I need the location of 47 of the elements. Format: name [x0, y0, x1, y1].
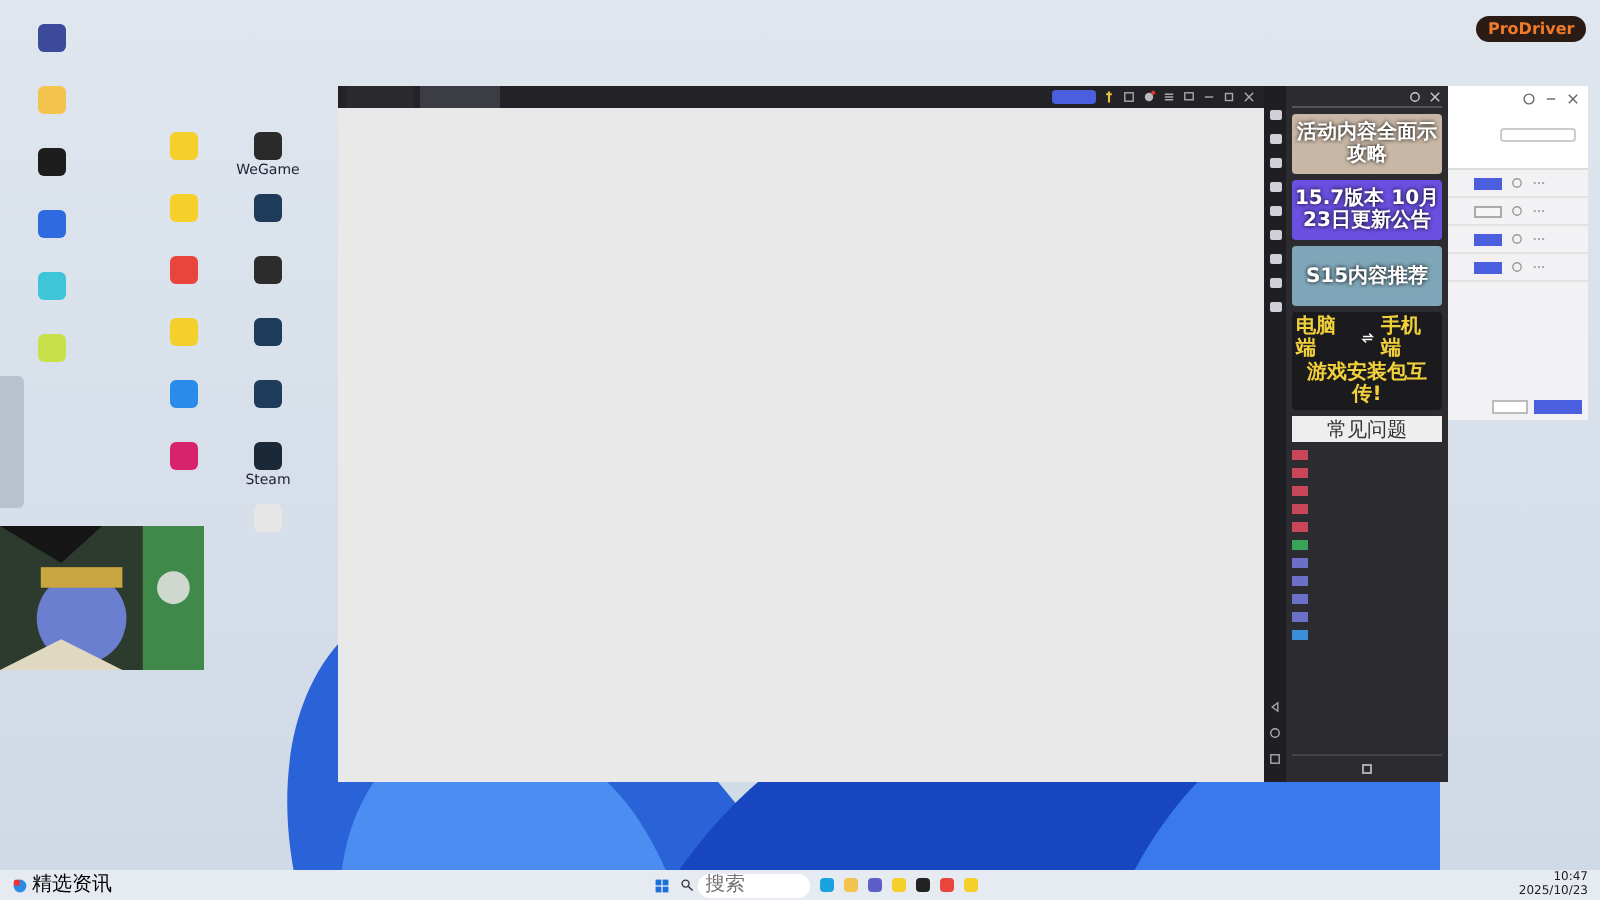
app-icon[interactable]	[38, 24, 66, 52]
checkbox[interactable]	[1362, 764, 1372, 774]
close-icon[interactable]	[1566, 91, 1580, 105]
search-field[interactable]: 搜索	[697, 873, 810, 897]
notice-title[interactable]: 精选资讯	[32, 874, 112, 896]
swap-icon	[1359, 330, 1375, 346]
toolbar-button[interactable]	[1269, 206, 1281, 216]
menu-icon[interactable]	[1162, 90, 1176, 104]
banner-text: 游戏安装包互传!	[1305, 362, 1429, 406]
app-icon[interactable]	[254, 194, 282, 222]
app-icon[interactable]	[254, 442, 282, 470]
toolbar-button[interactable]	[1269, 254, 1281, 264]
action-button[interactable]	[1474, 177, 1502, 189]
toolbar-button[interactable]	[1269, 302, 1281, 312]
maximize-icon[interactable]	[1222, 90, 1236, 104]
toolbar-button[interactable]	[1269, 230, 1281, 240]
toolbar-button[interactable]	[1269, 134, 1281, 144]
start-icon[interactable]	[653, 877, 670, 893]
toolbar-button[interactable]	[1269, 182, 1281, 192]
toolbar-button[interactable]	[1269, 278, 1281, 288]
screen-icon[interactable]	[1182, 90, 1196, 104]
taskbar-app-icon[interactable]	[915, 878, 930, 892]
app-icon[interactable]	[254, 256, 282, 284]
action-button[interactable]	[1474, 233, 1502, 245]
side-dock	[0, 376, 24, 508]
toolbar-button[interactable]	[1269, 110, 1281, 120]
recent-icon[interactable]	[1268, 752, 1282, 766]
back-icon[interactable]	[1268, 700, 1282, 714]
bell-icon[interactable]	[1142, 90, 1156, 104]
app-icon[interactable]	[254, 380, 282, 408]
search-icon	[679, 878, 694, 892]
banner-text: 电脑端	[1296, 316, 1338, 360]
brand-logo[interactable]: ProDriver	[1476, 16, 1587, 42]
news-icon	[12, 877, 28, 893]
close-icon[interactable]	[1242, 90, 1256, 104]
banner-text: S15内容推荐	[1305, 265, 1429, 287]
toolbar-button[interactable]	[1269, 158, 1281, 168]
faq-button[interactable]: 常见问题	[1292, 416, 1442, 442]
app-icon[interactable]	[38, 148, 66, 176]
home-icon[interactable]	[1268, 726, 1282, 740]
action-button[interactable]	[1474, 261, 1502, 273]
minimize-icon[interactable]	[1202, 90, 1216, 104]
banner-text: 手机端	[1380, 316, 1423, 360]
app-icon[interactable]	[254, 318, 282, 346]
transfer-banner[interactable]: 电脑端 手机端 游戏安装包互传!	[1292, 312, 1442, 410]
app-icon[interactable]	[254, 132, 282, 160]
search-field[interactable]	[1500, 128, 1576, 142]
